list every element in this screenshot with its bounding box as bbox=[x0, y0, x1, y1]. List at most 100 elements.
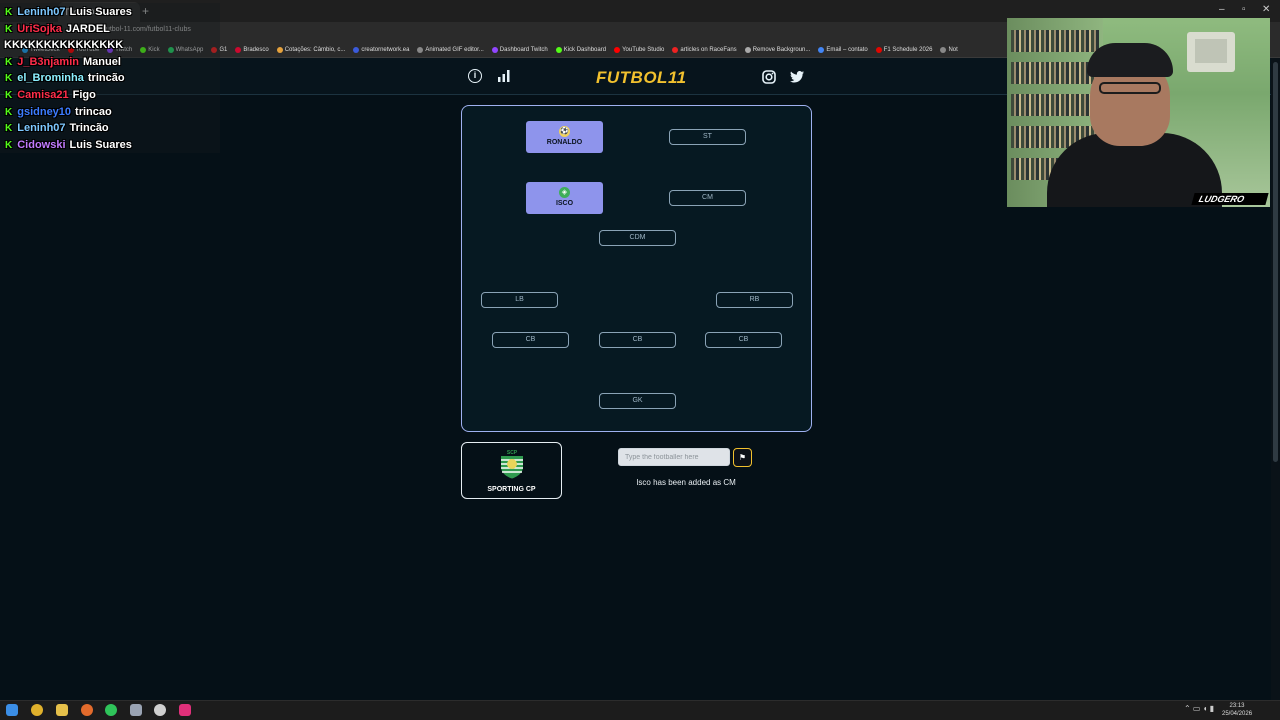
chat-message: K J_B3njamin Manuel bbox=[5, 56, 121, 68]
bookmark-item[interactable]: articles on RaceFans bbox=[672, 46, 737, 53]
slot-cdm[interactable]: CDM bbox=[599, 230, 676, 246]
bookmark-label: Email – contato bbox=[826, 46, 868, 53]
chat-text: Figo bbox=[72, 89, 96, 101]
bookmark-label: Dashboard Twitch bbox=[499, 46, 548, 53]
bookmark-favicon-icon bbox=[744, 46, 751, 53]
info-icon[interactable]: i bbox=[468, 69, 482, 83]
bookmark-item[interactable]: F1 Schedule 2026 bbox=[875, 46, 932, 53]
bookmark-label: Kick Dashboard bbox=[563, 46, 607, 53]
bookmark-item[interactable]: Dashboard Twitch bbox=[491, 46, 548, 53]
chat-username: gsidney10 bbox=[17, 105, 72, 118]
close-window-icon[interactable]: ✕ bbox=[1262, 4, 1270, 15]
slot-cb-right[interactable]: CB bbox=[705, 332, 782, 348]
bookmark-item[interactable]: Email – contato bbox=[818, 46, 868, 53]
site-logo[interactable]: FUTBOL11 bbox=[596, 68, 687, 88]
logo-text: FUTBOL bbox=[596, 68, 668, 87]
bookmark-item[interactable]: Cotações: Câmbio, c... bbox=[276, 46, 345, 53]
chat-message: K Camisa21 Figo bbox=[5, 89, 96, 101]
bookmark-item[interactable]: creatornetwork.ea bbox=[353, 46, 410, 53]
chat-username: UriSojka bbox=[17, 22, 62, 35]
slot-rb[interactable]: RB bbox=[716, 292, 793, 308]
bookmark-label: Animated GIF editor... bbox=[425, 46, 484, 53]
slot-cb-center[interactable]: CB bbox=[599, 332, 676, 348]
slot-gk[interactable]: GK bbox=[599, 393, 676, 409]
chat-username: Leninh07 bbox=[17, 6, 66, 18]
bookmark-favicon-icon bbox=[353, 46, 360, 53]
chat-username: J_B3njamin bbox=[17, 55, 79, 68]
bookmark-item[interactable]: Animated GIF editor... bbox=[417, 46, 484, 53]
chat-text: trincao bbox=[75, 105, 112, 118]
app-icon-pink[interactable] bbox=[179, 704, 191, 716]
player-name: RONALDO bbox=[546, 139, 583, 146]
bookmark-item[interactable]: Remove Backgroun... bbox=[744, 46, 811, 53]
bookmark-favicon-icon bbox=[875, 46, 882, 53]
chat-message: Kgsidney10 trincao bbox=[5, 106, 112, 118]
status-message: Isco has been added as CM bbox=[636, 478, 736, 487]
chrome-icon[interactable] bbox=[31, 704, 43, 716]
chat-text: KKKKKKKKKKKKKKK bbox=[4, 39, 124, 52]
chat-message: K Leninh07 Trincão bbox=[5, 122, 109, 134]
footballer-input[interactable] bbox=[618, 448, 730, 466]
club-badge-icon: ⚽ bbox=[559, 126, 570, 137]
slot-cm[interactable]: CM bbox=[669, 190, 746, 206]
club-card: SCP SPORTING CP bbox=[461, 442, 562, 499]
kick-icon: K bbox=[5, 23, 13, 35]
clock-date: 25/04/2026 bbox=[1222, 711, 1253, 717]
screen: TweetDeck + – ▫ ✕ futbol-11.com/futbol11… bbox=[0, 0, 1280, 720]
bookmark-item[interactable]: Not bbox=[940, 46, 958, 53]
kick-icon: K bbox=[5, 90, 13, 101]
bookmark-item[interactable]: YouTube Studio bbox=[614, 46, 664, 53]
logo-accent: 11 bbox=[667, 68, 687, 87]
kick-icon: K bbox=[5, 106, 13, 118]
club-name: SPORTING CP bbox=[487, 486, 536, 493]
sporting-crest-icon: SCP bbox=[501, 450, 523, 479]
bookmark-favicon-icon bbox=[235, 46, 242, 53]
bookmark-item[interactable]: Bradesco bbox=[235, 46, 269, 53]
whatsapp-icon[interactable] bbox=[105, 704, 117, 716]
file-explorer-icon[interactable] bbox=[56, 704, 68, 716]
bookmark-favicon-icon bbox=[940, 46, 947, 53]
chat-text: Luis Suares bbox=[69, 6, 132, 18]
kick-icon: K bbox=[5, 7, 13, 18]
bookmark-favicon-icon bbox=[276, 46, 283, 53]
bookmark-favicon-icon bbox=[555, 46, 562, 53]
chat-overlay: K Leninh07 Luis Suares K UriSojka JARDEL KKKKK… bbox=[0, 3, 220, 153]
bookmark-label: creatornetwork.ea bbox=[361, 46, 410, 53]
chat-username: Leninh07 bbox=[17, 122, 66, 135]
bookmark-label: G1 bbox=[219, 46, 228, 53]
taskbar-clock[interactable]: 23:13 25/04/2026 bbox=[1222, 702, 1252, 718]
clock-time: 23:13 bbox=[1229, 703, 1245, 709]
webcam-logo: LUDGERO bbox=[1191, 193, 1269, 205]
windows-start-icon[interactable] bbox=[6, 704, 18, 716]
system-tray-icons[interactable]: ⌃ ▭ ◖ ▮ bbox=[1184, 704, 1214, 713]
slot-st[interactable]: ST bbox=[669, 129, 746, 145]
player-card-st[interactable]: ⚽ RONALDO bbox=[526, 121, 603, 153]
bookmark-label: Not bbox=[948, 46, 958, 53]
slot-lb[interactable]: LB bbox=[481, 292, 558, 308]
bookmark-favicon-icon bbox=[491, 46, 498, 53]
maximize-icon[interactable]: ▫ bbox=[1242, 4, 1246, 15]
player-name: ISCO bbox=[555, 200, 574, 207]
bookmark-item[interactable]: Kick Dashboard bbox=[555, 46, 607, 53]
player-card-cm[interactable]: ◈ ISCO bbox=[526, 182, 603, 214]
flag-icon[interactable]: ⚑ bbox=[733, 448, 752, 467]
streamer-cap bbox=[1087, 43, 1173, 77]
instagram-icon[interactable] bbox=[762, 70, 776, 84]
crt-monitor bbox=[1187, 32, 1235, 72]
app-icon-grey[interactable] bbox=[130, 704, 142, 716]
slot-cb-left[interactable]: CB bbox=[492, 332, 569, 348]
club-badge-icon: ◈ bbox=[559, 187, 570, 198]
obs-icon[interactable] bbox=[154, 704, 166, 716]
bookmark-label: Remove Backgroun... bbox=[752, 46, 811, 53]
stats-icon[interactable] bbox=[497, 70, 511, 84]
bookmark-favicon-icon bbox=[417, 46, 424, 53]
chat-text: trincão bbox=[87, 72, 125, 85]
minimize-icon[interactable]: – bbox=[1219, 4, 1225, 15]
app-icon-orange[interactable] bbox=[81, 704, 93, 716]
chat-username: Cidowski bbox=[17, 138, 66, 151]
scrollbar-thumb[interactable] bbox=[1273, 62, 1278, 462]
kick-icon: K bbox=[5, 56, 13, 68]
twitter-icon[interactable] bbox=[790, 71, 804, 83]
kick-icon: K bbox=[5, 139, 13, 151]
chat-message: K Cidowski Luis Suares bbox=[5, 139, 132, 151]
